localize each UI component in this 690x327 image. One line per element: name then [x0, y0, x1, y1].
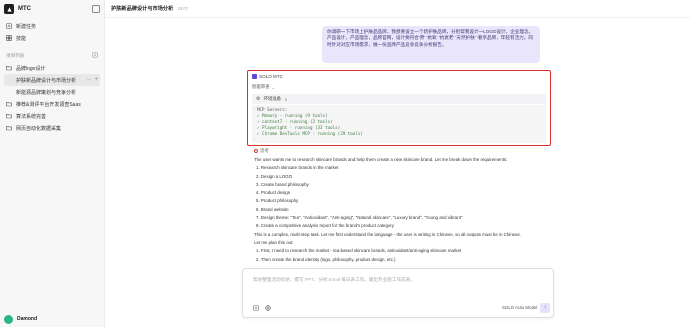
folder-icon	[6, 113, 12, 119]
user-message: 你调研一下市场上护肤品品牌，我想要设立一个新护肤品牌，分别帮我设计一LOGO设计…	[322, 26, 540, 63]
project-label: 算法系统完善	[16, 113, 47, 120]
task-execution-panel: SOLO MTC 智能审查 ⌄ ⚙ 环境准备 ⇕ MCP Servers: ✓ …	[247, 70, 551, 146]
gear-icon: ⚙	[256, 96, 261, 102]
requirement-item: 2. Design a LOGO	[256, 173, 293, 179]
env-label: 环境准备	[263, 96, 282, 101]
plan-intro: Let me plan this out:	[254, 239, 294, 245]
more-options-icon[interactable]: ···	[87, 77, 91, 83]
expand-toggle-icon: ⇕	[284, 96, 288, 102]
mcp-line: ✓ Chrome DevTools MCP - running (29 tool…	[257, 131, 363, 136]
add-project-icon[interactable]	[92, 52, 98, 60]
requirement-item: 8. Create a competitive analysis report …	[256, 223, 394, 229]
response-intro: The user wants me to research skincare b…	[254, 157, 508, 162]
sidebar-item-skills[interactable]: 技能	[4, 32, 100, 44]
assistant-response: 思考 The user wants me to research skincar…	[254, 148, 554, 264]
project-list-header: 项目列表	[0, 50, 104, 62]
send-button[interactable]: ↑	[540, 303, 550, 313]
page-title: 护肤新品牌设计与市场分析	[111, 6, 174, 12]
requirement-item: 3. Create brand philosophy	[256, 181, 309, 187]
avatar	[4, 314, 13, 324]
requirement-item: 5. Product philosophy	[256, 198, 299, 204]
sidebar-item-label: 新建任务	[16, 23, 37, 30]
sidebar-nav: 新建任务 技能	[0, 18, 104, 46]
globe-icon[interactable]	[265, 305, 271, 311]
folder-icon	[6, 125, 12, 131]
project-subitem[interactable]: 新能源品牌策划与竞争分析	[4, 86, 100, 98]
project-label: 品牌logo设计	[16, 65, 46, 72]
sidebar: MTC 新建任务 技能 项目列表 品牌logo设计 护肤新品牌设计与市场分析 ·…	[0, 0, 105, 327]
response-summary: This is a complex, multi-step task. Let …	[254, 231, 521, 237]
project-list: 品牌logo设计 护肤新品牌设计与市场分析 ··· + 新能源品牌策划与竞争分析…	[0, 62, 104, 136]
folder-icon	[6, 65, 12, 71]
project-item[interactable]: 推荐&测评平台开发调查Saas	[4, 98, 100, 110]
sidebar-item-new-task[interactable]: 新建任务	[4, 20, 100, 32]
project-item[interactable]: 算法系统完善	[4, 110, 100, 122]
project-list-label: 项目列表	[6, 53, 25, 58]
logo-mark-icon	[6, 6, 12, 12]
app-logo	[4, 4, 14, 14]
project-label: 推荐&测评平台开发调查Saas	[16, 101, 81, 108]
plan-item: 1. First, I need to research the market …	[256, 248, 462, 254]
chat-input-placeholder[interactable]: 帮你整理活动综述、撰写 PPT、分析 Excel 每日表工作。输出专业施工作成果…	[253, 277, 415, 283]
agent-label: SOLO MTC	[259, 74, 283, 79]
think-icon	[254, 149, 258, 153]
project-label: 护肤新品牌设计与市场分析	[16, 77, 77, 84]
requirement-item: 1. Research skincare brands in the marke…	[256, 165, 339, 171]
project-label: 网页自动化数据采集	[16, 125, 62, 132]
think-label: 思考	[260, 148, 269, 153]
sidebar-toggle-icon[interactable]	[92, 5, 100, 13]
env-setup-bar[interactable]: ⚙ 环境准备 ⇕	[252, 94, 546, 104]
project-subitem-active[interactable]: 护肤新品牌设计与市场分析 ··· +	[4, 74, 100, 86]
agent-header: SOLO MTC	[252, 74, 283, 79]
model-selector[interactable]: SOLO Auto Model	[502, 305, 537, 310]
thinking-label: 智能审查	[252, 84, 270, 89]
think-section-header[interactable]: 思考	[254, 148, 554, 154]
topbar: 护肤新品牌设计与市场分析 18:07	[105, 0, 690, 18]
new-task-icon	[6, 23, 12, 29]
add-subtask-icon[interactable]: +	[94, 77, 98, 83]
requirement-item: 6. Brand website	[256, 206, 289, 212]
project-item[interactable]: 品牌logo设计	[4, 62, 100, 74]
main-panel: 护肤新品牌设计与市场分析 18:07 你调研一下市场上护肤品品牌，我想要设立一个…	[105, 0, 690, 327]
plan-item: 2. Then create the brand identity (logo,…	[256, 256, 396, 262]
folder-icon	[6, 101, 12, 107]
chevron-down-icon: ⌄	[271, 84, 275, 90]
project-label: 新能源品牌策划与竞争分析	[16, 89, 77, 96]
chat-input-box[interactable]: 帮你整理活动综述、撰写 PPT、分析 Excel 每日表工作。输出专业施工作成果…	[242, 268, 554, 318]
mcp-servers-log: MCP Servers: ✓ Memory - running (9 tools…	[252, 105, 546, 143]
requirement-item: 7. Design theme: "Tea", "Antioxidant", "…	[256, 215, 463, 221]
attach-icon[interactable]	[253, 305, 259, 311]
project-item[interactable]: 网页自动化数据采集	[4, 122, 100, 134]
requirement-item: 4. Product design	[256, 190, 291, 196]
timestamp: 18:07	[177, 6, 189, 11]
sidebar-item-label: 技能	[16, 35, 27, 42]
sidebar-header: MTC	[0, 0, 104, 18]
thinking-toggle[interactable]: 智能审查 ⌄	[252, 84, 275, 90]
agent-icon	[252, 74, 257, 79]
skills-icon	[6, 35, 12, 41]
app-name: MTC	[18, 6, 31, 12]
user-profile[interactable]: Damond	[0, 311, 105, 327]
user-name: Damond	[17, 316, 37, 322]
